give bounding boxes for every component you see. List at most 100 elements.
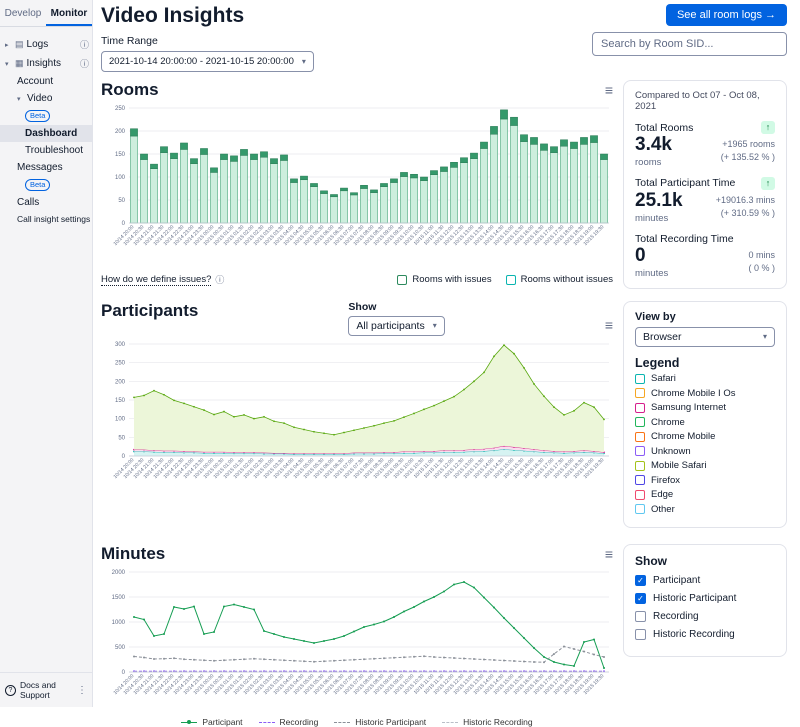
sidebar-item-troubleshoot[interactable]: Troubleshoot — [0, 142, 92, 159]
time-range-label: Time Range — [101, 35, 314, 47]
legend-participant[interactable]: Participant — [181, 717, 242, 727]
legend-item-firefox[interactable]: Firefox — [635, 475, 775, 486]
stat-delta-pct: (+ 310.59 % ) — [716, 207, 775, 220]
show-label: Show — [348, 301, 444, 313]
svg-text:50: 50 — [118, 435, 125, 441]
option-historic-participant[interactable]: ✓ Historic Participant — [635, 593, 775, 604]
checkbox-icon[interactable] — [635, 374, 645, 384]
tab-monitor[interactable]: Monitor — [46, 0, 92, 26]
sidebar-item-label: Call insight settings — [17, 214, 90, 224]
checkbox-icon[interactable] — [635, 504, 645, 514]
checkbox-icon[interactable] — [635, 432, 645, 442]
chevron-down-icon: ▾ — [17, 95, 24, 103]
participants-title: Participants — [101, 301, 198, 321]
legend-rooms-with-issues[interactable]: Rooms with issues — [397, 274, 491, 285]
chart-menu-icon[interactable]: ≡ — [605, 83, 613, 97]
legend-label: Unknown — [651, 446, 691, 457]
stat-delta: 0 mins — [748, 249, 775, 262]
sidebar-item-account[interactable]: Account — [0, 73, 92, 90]
chart-menu-icon[interactable]: ≡ — [605, 547, 613, 561]
stat-label: Total Rooms — [635, 122, 693, 134]
svg-text:250: 250 — [115, 106, 126, 112]
view-by-select[interactable]: Browser ▾ — [635, 327, 775, 347]
legend-label: Mobile Safari — [651, 460, 706, 471]
minutes-section: Minutes ≡ 050010001500200010/14 20:0010/… — [101, 544, 787, 727]
checkbox-icon[interactable] — [397, 275, 407, 285]
participants-show-select[interactable]: All participants ▾ — [348, 316, 444, 336]
legend-item-edge[interactable]: Edge — [635, 489, 775, 500]
option-recording[interactable]: Recording — [635, 611, 775, 622]
legend-item-safari[interactable]: Safari — [635, 373, 775, 384]
sidebar-item-insights[interactable]: ▾ ▦ Insights ⓘ — [0, 54, 92, 73]
checkbox-icon[interactable] — [506, 275, 516, 285]
legend-item-samsung-internet[interactable]: Samsung Internet — [635, 402, 775, 413]
more-options-icon[interactable]: ⋮ — [77, 685, 87, 696]
legend-recording[interactable]: Recording — [259, 717, 319, 727]
minutes-show-card: Show ✓ Participant ✓ Historic Participan… — [623, 544, 787, 657]
line-swatch — [259, 722, 275, 723]
date-range-picker[interactable]: 2021-10-14 20:00:00 - 2021-10-15 20:00:0… — [101, 51, 314, 72]
info-icon[interactable]: ⓘ — [215, 273, 224, 286]
checkbox-icon[interactable]: ✓ — [635, 593, 646, 604]
checkbox-icon[interactable] — [635, 611, 646, 622]
svg-text:200: 200 — [115, 129, 126, 135]
legend-label: Historic Recording — [463, 717, 532, 727]
search-input[interactable] — [592, 32, 787, 56]
sidebar-item-call-insight-settings[interactable]: Call insight settings — [0, 211, 92, 227]
checkbox-icon[interactable] — [635, 388, 645, 398]
legend-label: Samsung Internet — [651, 402, 726, 413]
checkbox-icon[interactable]: ✓ — [635, 575, 646, 586]
select-value: All participants — [356, 320, 424, 332]
checkbox-icon[interactable] — [635, 490, 645, 500]
legend-label: Chrome — [651, 417, 685, 428]
legend-historic-participant[interactable]: Historic Participant — [334, 717, 426, 727]
sidebar-item-dashboard[interactable]: Dashboard — [0, 125, 92, 142]
legend-item-unknown[interactable]: Unknown — [635, 446, 775, 457]
page-header: Video Insights Time Range 2021-10-14 20:… — [101, 4, 787, 72]
sidebar-item-calls[interactable]: Calls — [0, 194, 92, 211]
checkbox-icon[interactable] — [635, 461, 645, 471]
info-icon[interactable]: ⓘ — [80, 57, 89, 70]
legend-item-chrome[interactable]: Chrome — [635, 417, 775, 428]
participants-legend-card: View by Browser ▾ Legend Safari Chrome M… — [623, 301, 787, 529]
legend-historic-recording[interactable]: Historic Recording — [442, 717, 532, 727]
option-label: Historic Recording — [653, 629, 735, 640]
sidebar-item-label: Troubleshoot — [25, 145, 83, 156]
svg-text:150: 150 — [115, 398, 126, 404]
main-content: Video Insights Time Range 2021-10-14 20:… — [93, 0, 800, 707]
logs-icon: ▤ — [15, 39, 24, 50]
stat-value: 3.4k — [635, 135, 672, 156]
option-historic-recording[interactable]: Historic Recording — [635, 629, 775, 640]
sidebar-item-logs[interactable]: ▸ ▤ Logs ⓘ — [0, 35, 92, 54]
checkbox-icon[interactable] — [635, 475, 645, 485]
checkbox-icon[interactable] — [635, 629, 646, 640]
view-by-label: View by — [635, 311, 775, 323]
tab-develop[interactable]: Develop — [0, 0, 46, 26]
stat-total-recording-time: Total Recording Time 0 minutes 0 mins ( … — [635, 233, 775, 279]
legend-label: Safari — [651, 373, 676, 384]
line-swatch — [181, 722, 197, 723]
legend-item-chrome-mobile[interactable]: Chrome Mobile — [635, 431, 775, 442]
svg-text:50: 50 — [118, 198, 125, 204]
legend-item-chrome-mobile-ios[interactable]: Chrome Mobile I Os — [635, 388, 775, 399]
sidebar-item-messages[interactable]: Messages — [0, 159, 92, 176]
chart-menu-icon[interactable]: ≡ — [605, 318, 613, 332]
sidebar-item-label: Account — [17, 76, 53, 87]
stat-delta-pct: (+ 135.52 % ) — [721, 151, 775, 164]
checkbox-icon[interactable] — [635, 403, 645, 413]
legend-rooms-without-issues[interactable]: Rooms without issues — [506, 274, 613, 285]
checkbox-icon[interactable] — [635, 446, 645, 456]
app-window: Develop Monitor ▸ ▤ Logs ⓘ ▾ ▦ Insights … — [0, 0, 800, 707]
participants-section: Participants Show All participants ▾ ≡ 0… — [101, 301, 787, 529]
select-value: Browser — [643, 331, 682, 343]
option-participant[interactable]: ✓ Participant — [635, 575, 775, 586]
see-all-room-logs-button[interactable]: See all room logs → — [666, 4, 787, 26]
legend-item-mobile-safari[interactable]: Mobile Safari — [635, 460, 775, 471]
checkbox-icon[interactable] — [635, 417, 645, 427]
legend-item-other[interactable]: Other — [635, 504, 775, 515]
sidebar-footer[interactable]: ? Docs and Support ⋮ — [0, 672, 92, 707]
info-icon[interactable]: ⓘ — [80, 38, 89, 51]
sidebar-item-video[interactable]: ▾ Video — [0, 90, 92, 107]
line-swatch — [334, 722, 350, 723]
issues-definition-link[interactable]: How do we define issues? — [101, 274, 211, 286]
